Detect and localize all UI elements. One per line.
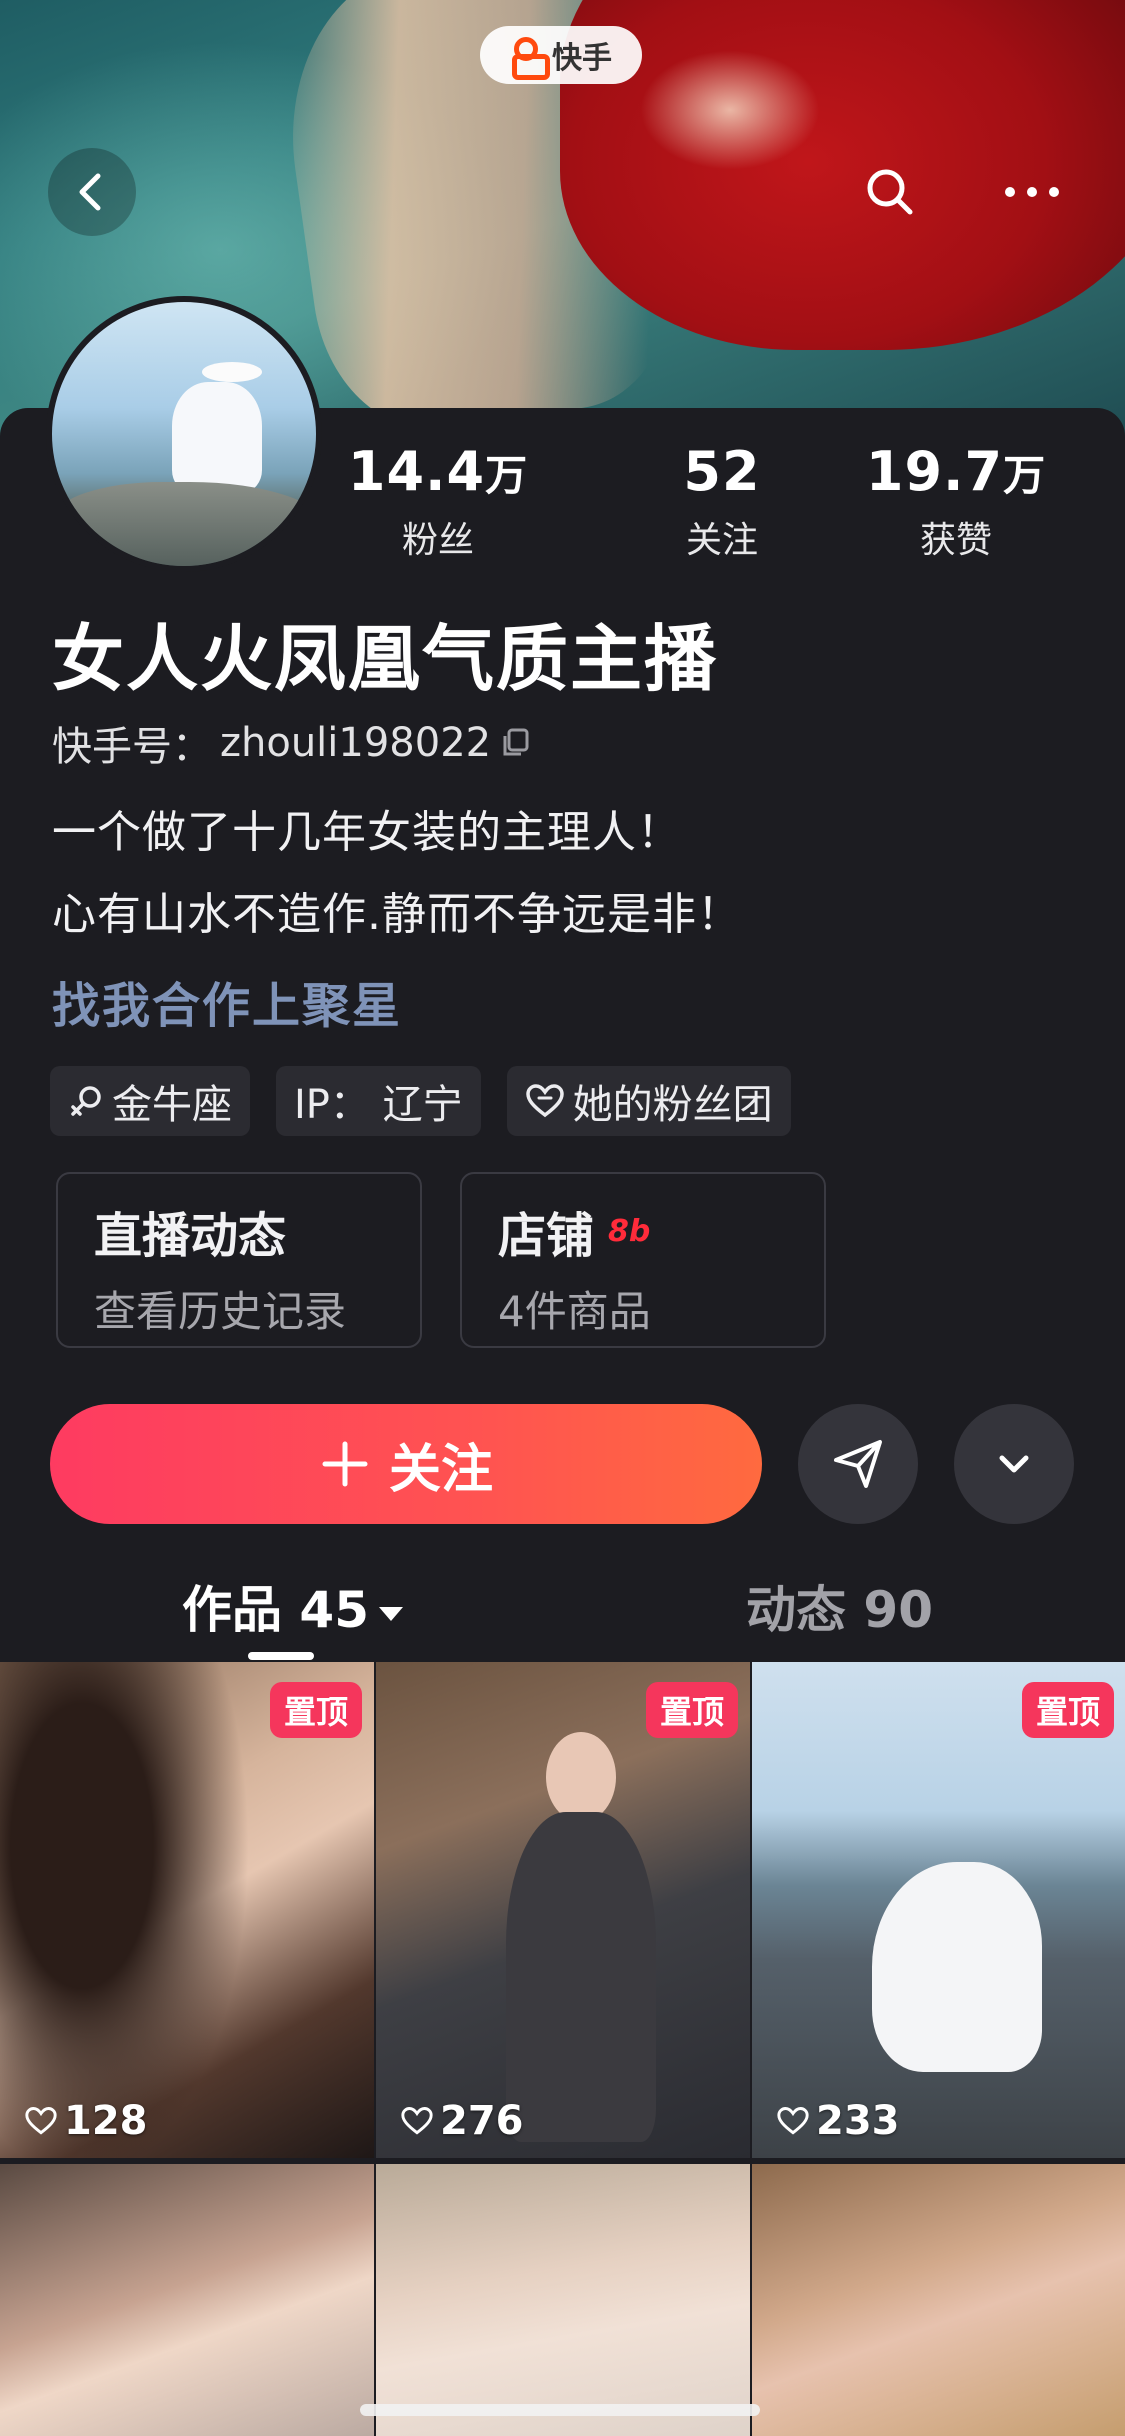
bio-line: 心有山水不造作.静而不争远是非！ [52, 889, 742, 940]
follow-label: 关注 [388, 1439, 493, 1500]
tag-constellation[interactable]: 金牛座 [50, 1066, 250, 1136]
kuaishou-id: zhouli198022 [220, 720, 492, 766]
heart-outline-icon [401, 2107, 433, 2135]
video-thumbnail[interactable] [0, 2164, 374, 2436]
back-icon [79, 173, 101, 211]
search-icon [867, 169, 913, 215]
like-count: 128 [24, 2098, 148, 2144]
stat-likes[interactable]: 19.7万 获赞 [836, 440, 1076, 563]
thumbnail-image [872, 1862, 1042, 2072]
card-title: 店铺 8b [498, 1208, 651, 1264]
share-icon [834, 1440, 882, 1488]
action-row: 关注 [50, 1404, 1090, 1524]
cooperation-link[interactable]: 找我合作上聚星 [52, 966, 402, 1036]
thumbnail-image [0, 1662, 250, 2158]
app-name: 快手 [552, 41, 612, 76]
tab-moments[interactable]: 动态 90 [746, 1570, 933, 1642]
tag-ip[interactable]: IP： 辽宁 [276, 1066, 481, 1136]
video-grid: 置顶 128 置顶 276 置顶 233 [0, 1662, 1125, 2436]
follow-button[interactable]: 关注 [50, 1404, 762, 1524]
plus-icon [322, 1441, 368, 1487]
tag-label: IP： 辽宁 [294, 1082, 463, 1128]
avatar-rock [52, 482, 316, 566]
pinned-badge: 置顶 [1021, 1682, 1114, 1738]
cover-hand [640, 50, 820, 170]
feature-cards: 直播动态 查看历史记录 店铺 8b 4件商品 [56, 1172, 826, 1348]
shop-card[interactable]: 店铺 8b 4件商品 [460, 1172, 826, 1348]
stat-value: 19.7万 [865, 440, 1047, 503]
avatar-figure [172, 382, 262, 492]
heart-outline-icon [25, 2107, 57, 2135]
card-title: 直播动态 [94, 1208, 287, 1264]
pinned-badge: 置顶 [269, 1682, 362, 1738]
avatar[interactable] [46, 296, 322, 572]
card-subtitle: 4件商品 [498, 1287, 651, 1336]
heart-outline-icon [525, 1084, 564, 1118]
stat-value: 14.4万 [347, 440, 529, 503]
tag-row: 金牛座 IP： 辽宁 她的粉丝团 [50, 1066, 791, 1136]
share-button[interactable] [798, 1404, 918, 1524]
bio-line: 一个做了十几年女装的主理人！ [52, 807, 682, 858]
home-indicator[interactable] [360, 2404, 760, 2416]
constellation-icon [71, 1086, 101, 1116]
more-options-button[interactable] [954, 1404, 1074, 1524]
thumbnail-image [546, 1732, 616, 1822]
pinned-badge: 置顶 [645, 1682, 738, 1738]
video-thumbnail[interactable]: 置顶 128 [0, 1662, 374, 2158]
heart-outline-icon [777, 2107, 809, 2135]
kuaishou-id-label: 快手号： [52, 724, 212, 770]
shop-badge: 8b [608, 1213, 651, 1249]
stat-label: 获赞 [919, 520, 992, 561]
like-count: 276 [400, 2098, 524, 2144]
content-tabs: 作品 45 动态 90 [0, 1560, 1125, 1670]
kuaishou-id-row[interactable]: 快手号： zhouli198022 [52, 714, 533, 772]
profile-name: 女人火凤凰气质主播 [52, 617, 719, 701]
stat-following[interactable]: 52 关注 [602, 440, 842, 563]
chevron-down-icon [999, 1455, 1029, 1473]
video-thumbnail[interactable] [752, 2164, 1125, 2436]
search-button[interactable] [846, 148, 934, 236]
live-history-card[interactable]: 直播动态 查看历史记录 [56, 1172, 422, 1348]
copy-icon[interactable] [499, 726, 533, 760]
video-thumbnail[interactable] [376, 2164, 750, 2436]
avatar-hat [202, 362, 262, 382]
video-thumbnail[interactable]: 置顶 233 [752, 1662, 1125, 2158]
tab-indicator [248, 1652, 314, 1660]
stat-followers[interactable]: 14.4万 粉丝 [318, 440, 558, 563]
stat-value: 52 [683, 440, 761, 503]
card-subtitle: 查看历史记录 [94, 1287, 347, 1336]
caret-down-icon [379, 1606, 403, 1621]
tab-works[interactable]: 作品 45 [182, 1570, 403, 1642]
like-count: 233 [776, 2098, 900, 2144]
thumbnail-image [506, 1812, 656, 2142]
back-button[interactable] [48, 148, 136, 236]
more-button[interactable] [988, 148, 1076, 236]
app-badge: 快手 [480, 26, 642, 84]
more-icon [1005, 187, 1059, 197]
tag-label: 金牛座 [112, 1082, 232, 1128]
video-thumbnail[interactable]: 置顶 276 [376, 1662, 750, 2158]
tag-label: 她的粉丝团 [572, 1082, 773, 1128]
tag-fan-club[interactable]: 她的粉丝团 [506, 1066, 791, 1136]
kuaishou-logo-icon [510, 37, 550, 80]
stat-label: 粉丝 [401, 520, 474, 561]
stat-label: 关注 [685, 520, 758, 561]
